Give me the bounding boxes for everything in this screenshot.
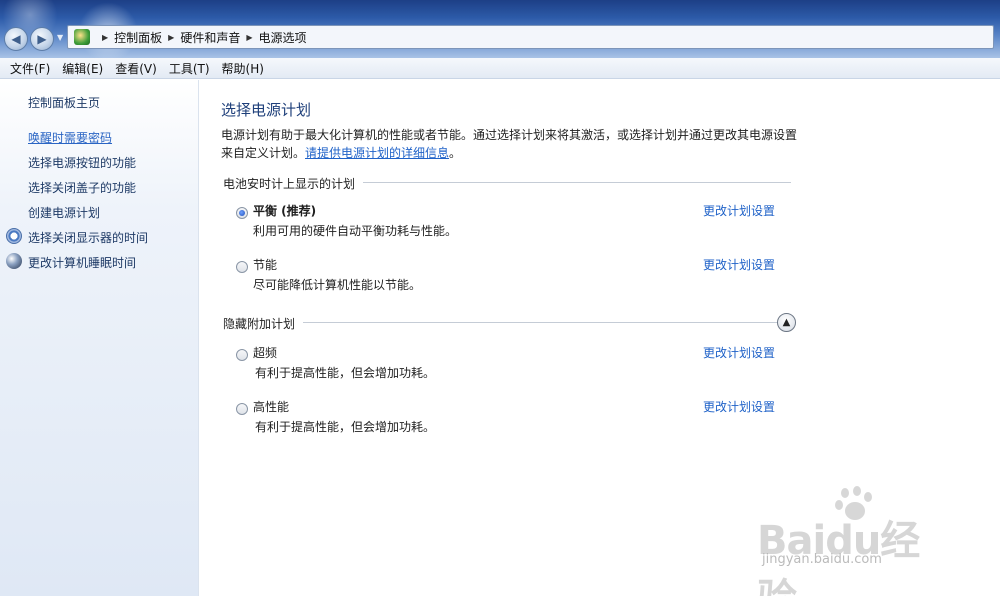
description-line2: 来自定义计划。 [221, 146, 306, 160]
clock-icon [6, 228, 22, 244]
baidu-watermark: Baidu经验 jingyan.baidu.com [757, 486, 957, 596]
collapse-chevron-up-icon[interactable]: ▲ [777, 313, 796, 332]
battery-plans-header: 电池安时计上显示的计划 [223, 175, 364, 192]
sidebar-item-require-password[interactable]: 唤醒时需要密码 [28, 129, 112, 146]
plan-power-saver-change-link[interactable]: 更改计划设置 [703, 256, 775, 273]
menu-view[interactable]: 查看(V) [109, 60, 163, 77]
sidebar-home-link[interactable]: 控制面板主页 [28, 94, 100, 111]
plan-power-saver-desc: 尽可能降低计算机性能以节能。 [253, 278, 422, 292]
breadcrumb-arrow-icon[interactable]: ▶ [246, 33, 252, 42]
menu-file[interactable]: 文件(F) [4, 60, 56, 77]
plan-overclock-name[interactable]: 超频 [253, 344, 277, 361]
description-period: 。 [449, 146, 462, 160]
hidden-plans-header: 隐藏附加计划 [223, 315, 304, 332]
sidebar: 控制面板主页 唤醒时需要密码 选择电源按钮的功能 选择关闭盖子的功能 创建电源计… [0, 80, 199, 596]
plan-high-performance-radio[interactable] [236, 403, 248, 415]
plan-power-saver-name[interactable]: 节能 [253, 256, 277, 273]
page-title: 选择电源计划 [221, 101, 312, 119]
plan-overclock-desc: 有利于提高性能，但会增加功耗。 [255, 366, 436, 380]
breadcrumb-hardware-sound[interactable]: 硬件和声音 [180, 29, 240, 46]
plan-balanced-desc: 利用可用的硬件自动平衡功耗与性能。 [253, 224, 458, 238]
plan-balanced-change-link[interactable]: 更改计划设置 [703, 202, 775, 219]
sidebar-item-create-plan[interactable]: 创建电源计划 [28, 204, 100, 221]
breadcrumb-power-options[interactable]: 电源选项 [259, 29, 307, 46]
address-bar[interactable]: ▶ 控制面板 ▶ 硬件和声音 ▶ 电源选项 [67, 25, 994, 49]
menu-help[interactable]: 帮助(H) [216, 60, 270, 77]
plan-power-saver-radio[interactable] [236, 261, 248, 273]
history-dropdown-icon[interactable]: ▼ [57, 33, 63, 42]
menu-bar: 文件(F) 编辑(E) 查看(V) 工具(T) 帮助(H) [0, 58, 1000, 79]
menu-tools[interactable]: 工具(T) [163, 60, 216, 77]
sidebar-item-lid-close[interactable]: 选择关闭盖子的功能 [28, 179, 136, 196]
plan-overclock-radio[interactable] [236, 349, 248, 361]
window-titlebar: ◀ ▶ ▼ ▶ 控制面板 ▶ 硬件和声音 ▶ 电源选项 [0, 0, 1000, 58]
plan-details-link[interactable]: 请提供电源计划的详细信息 [305, 146, 449, 160]
breadcrumb-control-panel[interactable]: 控制面板 [114, 29, 162, 46]
sidebar-item-sleep-time[interactable]: 更改计算机睡眠时间 [28, 254, 136, 271]
plan-high-performance-desc: 有利于提高性能，但会增加功耗。 [255, 420, 436, 434]
back-button[interactable]: ◀ [4, 27, 28, 51]
plan-balanced-radio[interactable] [236, 207, 248, 219]
plan-high-performance-change-link[interactable]: 更改计划设置 [703, 398, 775, 415]
sidebar-item-power-button[interactable]: 选择电源按钮的功能 [28, 154, 136, 171]
section-divider [223, 322, 777, 323]
description-line1: 电源计划有助于最大化计算机的性能或者节能。通过选择计划来将其激活，或选择计划并通… [221, 128, 798, 142]
forward-button[interactable]: ▶ [30, 27, 54, 51]
plan-overclock-change-link[interactable]: 更改计划设置 [703, 344, 775, 361]
menu-edit[interactable]: 编辑(E) [56, 60, 109, 77]
plan-high-performance-name[interactable]: 高性能 [253, 398, 289, 415]
watermark-url: jingyan.baidu.com [762, 552, 882, 567]
breadcrumb-arrow-icon[interactable]: ▶ [102, 33, 108, 42]
sidebar-item-display-off[interactable]: 选择关闭显示器的时间 [28, 229, 148, 246]
breadcrumb-arrow-icon[interactable]: ▶ [168, 33, 174, 42]
page-description: 电源计划有助于最大化计算机的性能或者节能。通过选择计划来将其激活，或选择计划并通… [221, 126, 801, 162]
control-panel-icon [74, 29, 90, 45]
plan-balanced-name[interactable]: 平衡 (推荐) [253, 202, 316, 219]
moon-icon [6, 253, 22, 269]
